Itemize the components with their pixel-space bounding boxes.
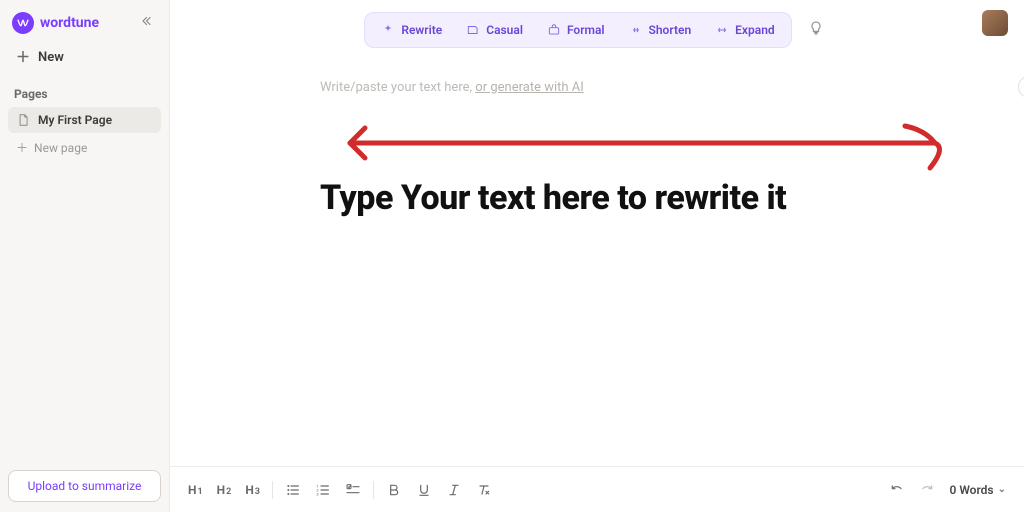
editor-placeholder: Write/paste your text here, or generate … — [320, 80, 584, 95]
placeholder-row: Write/paste your text here, or generate … — [320, 76, 880, 98]
pages-section-label: Pages — [8, 73, 161, 107]
redo-button[interactable] — [919, 482, 935, 498]
plus-icon: ＋ — [16, 139, 28, 156]
separator — [272, 481, 273, 499]
generate-with-ai-link[interactable]: or generate with AI — [475, 80, 584, 95]
main: Rewrite Casual Formal Shorten Expand — [170, 0, 1024, 512]
add-block-button[interactable]: ＋ — [1018, 76, 1024, 98]
brand-row: wordtune — [8, 10, 161, 42]
sidebar-page-item[interactable]: My First Page — [8, 107, 161, 133]
checklist-button[interactable] — [345, 482, 361, 498]
heading-group: H1 H2 H3 — [188, 483, 260, 497]
clear-format-icon — [476, 482, 492, 498]
h2-button[interactable]: H2 — [217, 483, 232, 497]
brand-logo-icon — [12, 12, 34, 34]
sidebar-page-label: My First Page — [38, 113, 112, 127]
underline-icon — [416, 482, 432, 498]
formal-button[interactable]: Formal — [541, 19, 611, 41]
upload-to-summarize-button[interactable]: Upload to summarize — [8, 470, 161, 502]
new-doc-button[interactable]: ＋ New — [8, 42, 161, 73]
bullet-list-button[interactable] — [285, 482, 301, 498]
tips-button[interactable] — [802, 14, 830, 46]
checklist-icon — [345, 482, 361, 498]
casual-label: Casual — [486, 23, 523, 37]
format-toolbar: H1 H2 H3 123 0 Words — [170, 466, 1024, 512]
hero-instruction-text: Type Your text here to rewrite it — [320, 178, 934, 218]
placeholder-prefix: Write/paste your text here, — [320, 80, 475, 95]
user-avatar[interactable] — [982, 10, 1008, 36]
expand-button[interactable]: Expand — [709, 19, 781, 41]
numbered-list-button[interactable]: 123 — [315, 482, 331, 498]
h1-button[interactable]: H1 — [188, 483, 203, 497]
redo-icon — [919, 482, 935, 498]
word-count-label: 0 Words — [949, 483, 993, 497]
footer-right: 0 Words ⌄ — [889, 482, 1006, 498]
shorten-label: Shorten — [649, 23, 692, 37]
brand[interactable]: wordtune — [12, 12, 99, 34]
lightbulb-icon — [808, 20, 824, 36]
undo-icon — [889, 482, 905, 498]
casual-button[interactable]: Casual — [460, 19, 529, 41]
plus-icon: ＋ — [16, 51, 30, 65]
shorten-button[interactable]: Shorten — [623, 19, 698, 41]
sidebar: wordtune ＋ New Pages My First Page ＋ New… — [0, 0, 170, 512]
underline-button[interactable] — [416, 482, 432, 498]
new-doc-label: New — [38, 50, 64, 65]
collapse-sidebar-button[interactable] — [135, 12, 157, 34]
numbered-list-icon: 123 — [315, 482, 331, 498]
italic-icon — [446, 482, 462, 498]
topbar: Rewrite Casual Formal Shorten Expand — [170, 0, 1024, 56]
bullet-list-icon — [285, 482, 301, 498]
shorten-icon — [629, 23, 643, 37]
separator — [373, 481, 374, 499]
bold-button[interactable] — [386, 482, 402, 498]
document-icon — [16, 113, 30, 127]
clear-format-button[interactable] — [476, 482, 492, 498]
new-page-button[interactable]: ＋ New page — [8, 133, 161, 162]
sidebar-spacer — [8, 162, 161, 470]
expand-label: Expand — [735, 23, 775, 37]
undo-button[interactable] — [889, 482, 905, 498]
editor-area[interactable]: Write/paste your text here, or generate … — [170, 56, 1024, 512]
brand-name: wordtune — [40, 15, 99, 31]
bold-icon — [386, 482, 402, 498]
rewrite-label: Rewrite — [401, 23, 442, 37]
sparkles-icon — [381, 23, 395, 37]
h3-button[interactable]: H3 — [245, 483, 260, 497]
list-group: 123 — [285, 482, 361, 498]
casual-icon — [466, 23, 480, 37]
briefcase-icon — [547, 23, 561, 37]
style-group — [386, 482, 492, 498]
formal-label: Formal — [567, 23, 605, 37]
rewrite-toolbar: Rewrite Casual Formal Shorten Expand — [364, 12, 791, 48]
upload-label: Upload to summarize — [28, 479, 142, 493]
annotation-arrow — [340, 118, 960, 178]
svg-text:3: 3 — [316, 491, 318, 496]
chevron-down-icon: ⌄ — [998, 484, 1006, 495]
word-count-button[interactable]: 0 Words ⌄ — [949, 483, 1006, 497]
new-page-label: New page — [34, 141, 87, 155]
italic-button[interactable] — [446, 482, 462, 498]
expand-icon — [715, 23, 729, 37]
rewrite-button[interactable]: Rewrite — [375, 19, 448, 41]
